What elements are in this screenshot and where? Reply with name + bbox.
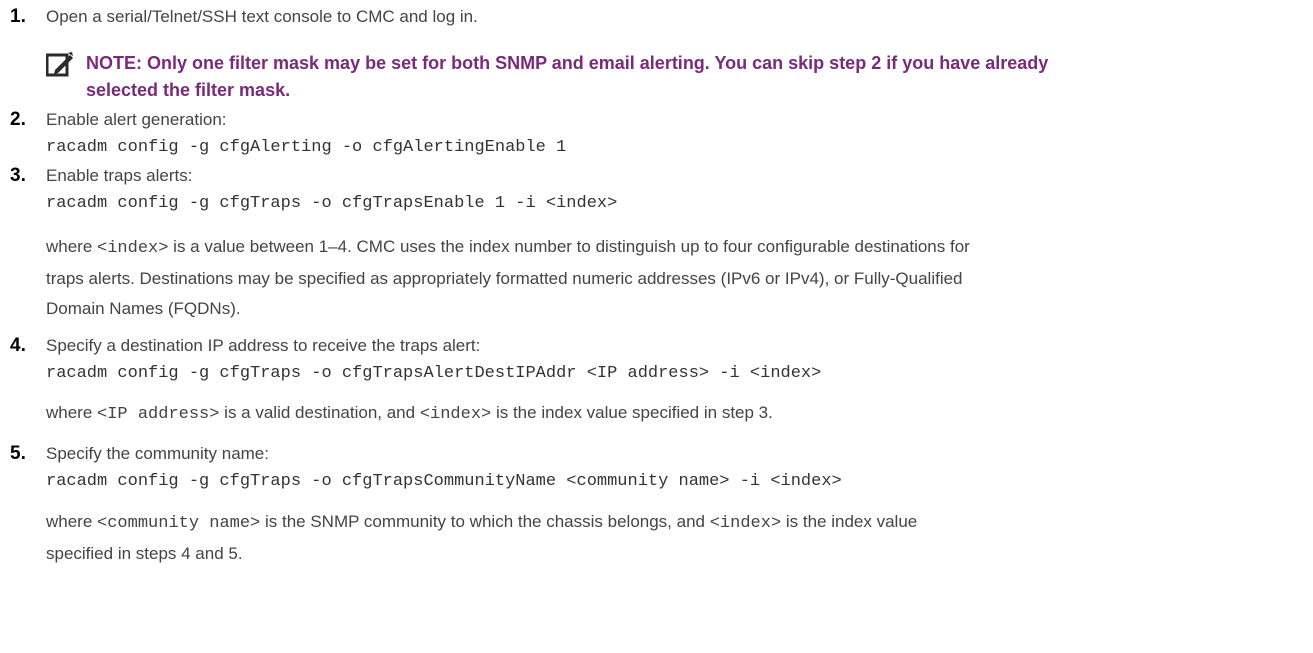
index-placeholder: <index> [709, 514, 782, 533]
step-2-text: Enable alert generation: [46, 110, 227, 129]
ip-address-placeholder: <IP address> [97, 405, 220, 424]
step-4-command: racadm config -g cfgTraps -o cfgTrapsAle… [46, 364, 822, 383]
note-pencil-icon [45, 52, 74, 78]
step-1-number: 1. [10, 6, 26, 27]
community-name-placeholder: <community name> [97, 514, 261, 533]
note-line-2: selected the filter mask. [86, 80, 291, 100]
step-2-command: racadm config -g cfgAlerting -o cfgAlert… [46, 138, 567, 157]
step-3-number: 3. [10, 165, 26, 186]
step-5-number: 5. [10, 443, 26, 464]
note-line-1: NOTE: Only one filter mask may be set fo… [86, 53, 1049, 73]
step-2-number: 2. [10, 109, 26, 130]
index-placeholder: <index> [419, 405, 492, 424]
step-3-text: Enable traps alerts: [46, 166, 193, 185]
step-1-text: Open a serial/Telnet/SSH text console to… [46, 7, 478, 26]
step-4-number: 4. [10, 335, 26, 356]
step-3-command: racadm config -g cfgTraps -o cfgTrapsEna… [46, 194, 618, 213]
step-4-text: Specify a destination IP address to rece… [46, 336, 481, 355]
step-5-text: Specify the community name: [46, 444, 269, 463]
step-5-description: where <community name> is the SNMP commu… [46, 512, 918, 563]
index-placeholder: <index> [97, 239, 169, 258]
step-5-command: racadm config -g cfgTraps -o cfgTrapsCom… [46, 472, 842, 491]
step-3-description: where <index> is a value between 1–4. CM… [46, 237, 970, 318]
step-4-description: where <IP address> is a valid destinatio… [46, 403, 773, 424]
